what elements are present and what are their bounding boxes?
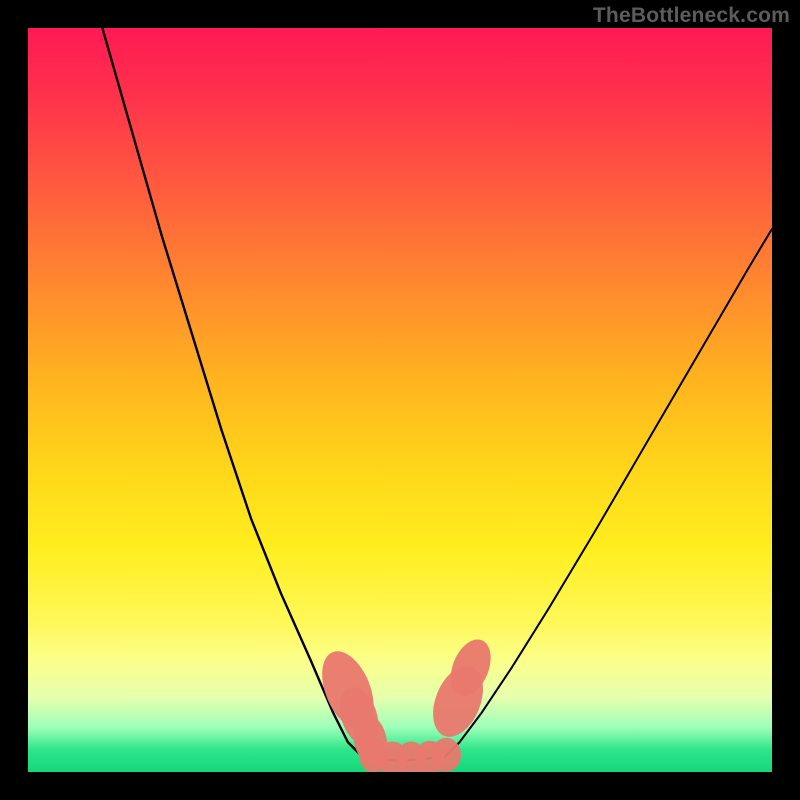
series-left-branch [102,28,362,757]
floor-marker-5 [431,738,461,772]
marker-group [312,634,498,772]
series-group [102,28,772,761]
chart-frame: TheBottleneck.com [0,0,800,800]
watermark-text: TheBottleneck.com [593,4,790,28]
series-right-branch [445,229,772,757]
plot-area [28,28,772,772]
chart-svg [28,28,772,772]
